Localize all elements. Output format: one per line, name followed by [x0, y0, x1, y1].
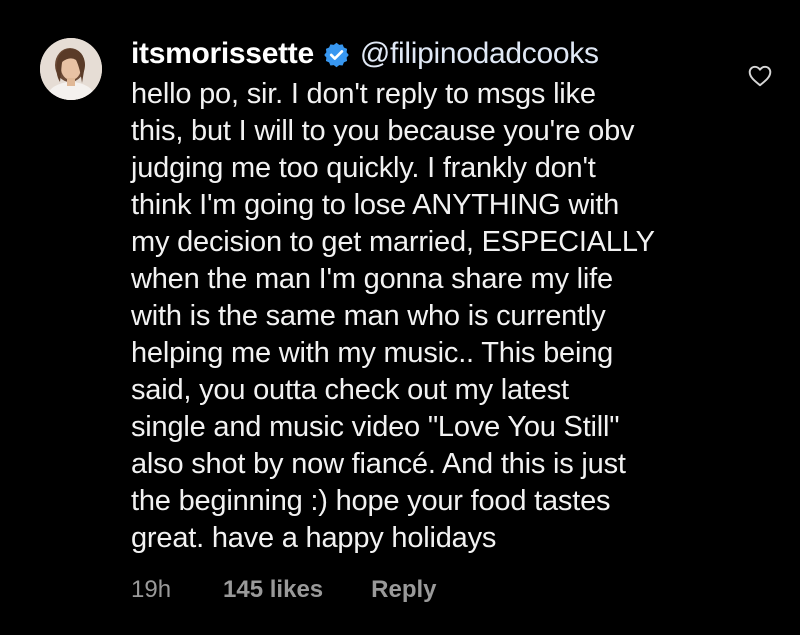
- comment-header: itsmorissette @filipinodadcooks: [131, 32, 731, 76]
- comment-meta: 19h 145 likes Reply: [131, 573, 437, 607]
- comment-line: when the man I'm gonna share my life: [131, 263, 613, 295]
- comment-line: my decision to get married, ESPECIALLY: [131, 226, 655, 258]
- likes-count[interactable]: 145 likes: [223, 576, 323, 604]
- comment-line: hello po, sir. I don't reply to msgs lik…: [131, 78, 596, 110]
- comment-line: helping me with my music.. This being: [131, 337, 614, 369]
- comment-line: great. have a happy holidays: [131, 522, 497, 554]
- comment-line: single and music video "Love You Still": [131, 411, 620, 443]
- reply-button[interactable]: Reply: [371, 576, 436, 604]
- comment-line: with is the same man who is currently: [131, 300, 606, 332]
- comment-timestamp: 19h: [131, 576, 172, 603]
- comment-line: also shot by now fiancé. And this is jus…: [131, 448, 626, 480]
- comment: itsmorissette @filipinodadcooks hello po…: [0, 0, 800, 635]
- comment-line: said, you outta check out my latest: [131, 374, 569, 406]
- verified-badge-icon: [323, 41, 350, 68]
- comment-line: the beginning :) hope your food tastes: [131, 485, 611, 517]
- comment-line: this, but I will to you because you're o…: [131, 115, 635, 147]
- heart-icon[interactable]: [747, 63, 773, 89]
- comment-body: itsmorissette @filipinodadcooks hello po…: [131, 32, 731, 557]
- username-link[interactable]: itsmorissette: [131, 37, 314, 71]
- comment-line: judging me too quickly. I frankly don't: [131, 152, 596, 184]
- comment-line: think I'm going to lose ANYTHING with: [131, 189, 620, 221]
- avatar[interactable]: [40, 38, 102, 100]
- comment-text: hello po, sir. I don't reply to msgs lik…: [131, 76, 731, 557]
- mention-link[interactable]: @filipinodadcooks: [360, 37, 599, 71]
